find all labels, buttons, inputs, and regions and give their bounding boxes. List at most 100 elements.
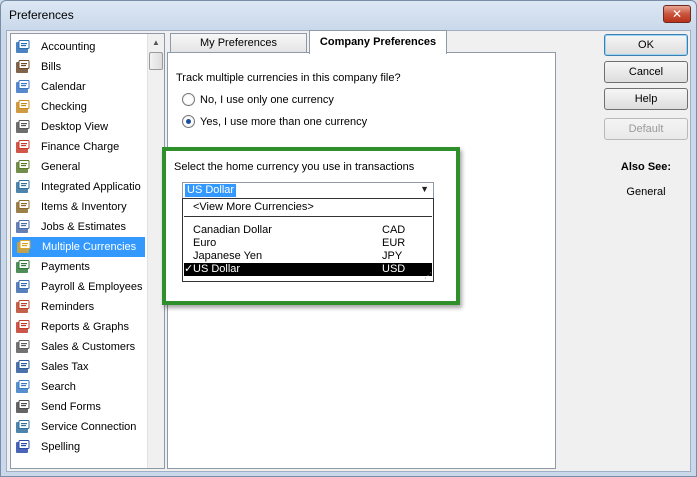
view-more-currencies-option[interactable]: <View More Currencies> [184,201,432,214]
scroll-up-arrow-icon[interactable]: ▲ [148,34,164,51]
chevron-down-icon[interactable]: ▼ [420,184,429,194]
currency-code: JPY [382,250,403,262]
sidebar-item-accounting[interactable]: Accounting [11,37,148,57]
sidebar-item-label: Multiple Currencies [42,241,137,253]
sales-customers-icon [14,339,32,355]
sidebar-item-label: Reminders [41,301,95,313]
help-button[interactable]: Help [604,88,688,110]
sidebar-item-spelling[interactable]: Spelling [11,437,148,457]
sidebar-item-sales-tax[interactable]: Sales Tax [11,357,148,377]
sidebar-item-label: Jobs & Estimates [41,221,126,233]
tab-company-preferences[interactable]: Company Preferences [309,30,447,54]
sidebar-item-label: General [41,161,81,173]
sales-tax-icon [14,359,32,375]
calendar-icon [14,79,32,95]
currency-code: CAD [382,224,406,236]
sidebar-item-jobs-estimates[interactable]: Jobs & Estimates [11,217,148,237]
sidebar-item-label: Sales & Customers [41,341,136,353]
sidebar-item-label: Bills [41,61,62,73]
sidebar-item-payments[interactable]: Payments [11,257,148,277]
sidebar-item-reports-graphs[interactable]: Reports & Graphs [11,317,148,337]
also-see-general-link[interactable]: General [604,186,688,198]
sidebar-item-label: Finance Charge [41,141,120,153]
sidebar-item-items-inventory[interactable]: Items & Inventory [11,197,148,217]
currency-dropdown-list[interactable]: <View More Currencies> Canadian Dollar C… [182,198,434,282]
radio-no-single-currency[interactable]: No, I use only one currency [182,93,334,106]
general-icon [14,159,32,175]
track-currencies-question: Track multiple currencies in this compan… [176,72,401,84]
currency-option-usd[interactable]: ✓ US Dollar USD [184,263,432,276]
cancel-button[interactable]: Cancel [604,61,688,83]
reports-graphs-icon [14,319,32,335]
sidebar-item-label: Desktop View [41,121,109,133]
sidebar-item-label: Sales Tax [41,361,89,373]
currency-name: US Dollar [193,263,241,275]
jobs-estimates-icon [14,219,32,235]
sidebar-item-label: Payments [41,261,90,273]
checking-icon [14,99,32,115]
sidebar-item-finance-charge[interactable]: Finance Charge [11,137,148,157]
sidebar-item-checking[interactable]: Checking [11,97,148,117]
radio-no-circle[interactable] [182,93,195,106]
payments-icon [14,259,32,275]
sidebar-item-service-connection[interactable]: Service Connection [11,417,148,437]
sidebar-item-payroll-employees[interactable]: Payroll & Employees [11,277,148,297]
sidebar-item-send-forms[interactable]: Send Forms [11,397,148,417]
resize-grip-icon[interactable]: ⋰ [424,271,432,280]
default-button[interactable]: Default [604,118,688,140]
items-inventory-icon [14,199,32,215]
currency-option-jpy[interactable]: Japanese Yen JPY [184,250,432,263]
sidebar-item-label: Items & Inventory [41,201,127,213]
sidebar-item-label: Payroll & Employees [41,281,143,293]
currency-code: USD [382,263,406,275]
sidebar-item-multiple-currencies[interactable]: Multiple Currencies [12,237,145,257]
multiple-currencies-icon [15,239,33,255]
ok-button[interactable]: OK [604,34,688,56]
sidebar-item-sales-customers[interactable]: Sales & Customers [11,337,148,357]
close-button[interactable]: ✕ [663,5,691,23]
tab-my-preferences[interactable]: My Preferences [170,33,307,54]
currency-name: Japanese Yen [193,250,263,262]
currency-name: Euro [193,237,217,249]
integrated-applications-icon [14,179,32,195]
sidebar-item-label: Checking [41,101,87,113]
home-currency-highlight: Select the home currency you use in tran… [162,147,460,305]
sidebar-item-search[interactable]: Search [11,377,148,397]
home-currency-combobox[interactable]: US Dollar ▼ [182,182,434,199]
sidebar-item-calendar[interactable]: Calendar [11,77,148,97]
sidebar-item-integrated-applicatio[interactable]: Integrated Applicatio [11,177,148,197]
radio-yes-multiple-currencies[interactable]: Yes, I use more than one currency [182,115,367,128]
reminders-icon [14,299,32,315]
tab-company-preferences-label: Company Preferences [319,36,437,48]
currency-option-eur[interactable]: Euro EUR [184,237,432,250]
spelling-icon [14,439,32,455]
title-bar[interactable]: Preferences ✕ [1,1,696,29]
desktop-view-icon [14,119,32,135]
sidebar-item-desktop-view[interactable]: Desktop View [11,117,148,137]
dropdown-divider [184,216,432,217]
scroll-thumb[interactable] [149,52,163,70]
sidebar-item-bills[interactable]: Bills [11,57,148,77]
finance-charge-icon [14,139,32,155]
sidebar-item-general[interactable]: General [11,157,148,177]
sidebar-item-reminders[interactable]: Reminders [11,297,148,317]
radio-yes-label: Yes, I use more than one currency [200,115,368,128]
category-list[interactable]: Accounting Bills Calendar Checking Desktop V… [10,33,165,469]
sidebar-item-label: Integrated Applicatio [41,181,141,193]
home-currency-value: US Dollar [185,184,237,197]
currency-code: EUR [382,237,406,249]
tab-my-preferences-label: My Preferences [199,37,278,49]
checkmark-icon: ✓ [184,263,194,275]
send-forms-icon [14,399,32,415]
also-see-heading: Also See: [620,161,672,173]
sidebar-item-label: Send Forms [41,401,101,413]
dialog-body: Accounting Bills Calendar Checking Desktop V… [6,30,691,472]
sidebar-item-label: Spelling [41,441,81,453]
sidebar-item-label: Service Connection [41,421,137,433]
home-currency-label: Select the home currency you use in tran… [174,161,415,173]
window-title: Preferences [9,8,74,22]
currency-option-cad[interactable]: Canadian Dollar CAD [184,224,432,237]
sidebar-item-label: Search [41,381,76,393]
radio-yes-circle[interactable] [182,115,195,128]
accounting-icon [14,39,32,55]
